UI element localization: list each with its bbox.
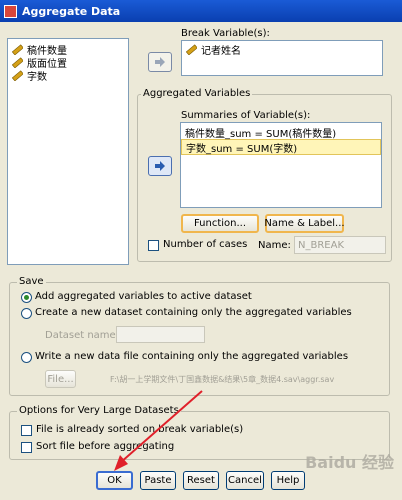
dataset-name-label: Dataset name: (45, 330, 120, 341)
move-to-summaries-button[interactable] (148, 156, 172, 176)
create-dataset-radio[interactable] (21, 308, 32, 319)
scale-ruler-icon (12, 70, 23, 81)
annotation-arrow-icon (114, 390, 203, 471)
break-variable-list[interactable]: 记者姓名 (181, 40, 383, 76)
arrow-right-icon (155, 57, 165, 67)
list-item[interactable]: 稿件数量 (8, 43, 128, 57)
scale-ruler-icon (12, 57, 23, 68)
help-button[interactable]: Help (271, 471, 305, 490)
cases-name-input[interactable]: N_BREAK (294, 236, 386, 254)
baidu-watermark: Baidu 经验 (305, 453, 394, 472)
app-icon (4, 4, 17, 18)
break-variable-label: Break Variable(s): (181, 28, 270, 39)
aggregated-variables-legend: Aggregated Variables (141, 88, 253, 99)
list-item[interactable]: 记者姓名 (182, 43, 382, 57)
list-item-selected[interactable]: 字数_sum = SUM(字数) (181, 139, 381, 155)
summaries-list[interactable]: 稿件数量_sum = SUM(稿件数量) 字数_sum = SUM(字数) (180, 122, 382, 208)
number-of-cases-checkbox[interactable] (148, 240, 159, 251)
arrow-right-icon (155, 161, 165, 171)
list-item[interactable]: 字数 (8, 69, 128, 83)
summaries-label: Summaries of Variable(s): (181, 110, 311, 121)
file-button[interactable]: File... (45, 370, 76, 388)
write-file-label: Write a new data file containing only th… (35, 351, 349, 362)
list-item-label: 字数_sum = SUM(字数) (186, 143, 298, 155)
create-dataset-label: Create a new dataset containing only the… (35, 307, 352, 318)
window-title: Aggregate Data (22, 4, 121, 18)
list-item-label: 字数 (27, 72, 47, 83)
file-path-text: F:\胡一上学期文件\丁国鑫数据&结果\5章_数据4.sav\aggr.sav (110, 375, 335, 384)
source-variable-list[interactable]: 稿件数量 版面位置 字数 (7, 38, 129, 265)
scale-ruler-icon (186, 44, 197, 55)
list-item-label: 记者姓名 (201, 46, 241, 57)
add-to-active-label: Add aggregated variables to active datas… (35, 291, 252, 302)
save-legend: Save (17, 276, 46, 287)
cases-name-label: Name: (258, 240, 291, 251)
list-item-label: 稿件数量_sum = SUM(稿件数量) (185, 128, 337, 140)
sort-before-checkbox[interactable] (21, 442, 32, 453)
radio-dot (24, 295, 29, 300)
title-bar[interactable]: Aggregate Data (0, 0, 402, 22)
list-item[interactable]: 版面位置 (8, 56, 128, 70)
write-file-radio[interactable] (21, 352, 32, 363)
add-to-active-radio[interactable] (21, 292, 32, 303)
move-to-break-button[interactable] (148, 52, 172, 72)
already-sorted-checkbox[interactable] (21, 425, 32, 436)
scale-ruler-icon (12, 44, 23, 55)
name-and-label-button[interactable]: Name & Label... (264, 214, 345, 233)
list-item[interactable]: 稿件数量_sum = SUM(稿件数量) (181, 125, 381, 140)
cancel-button[interactable]: Cancel (226, 471, 264, 490)
number-of-cases-label: Number of cases (163, 239, 248, 250)
function-button[interactable]: Function... (181, 214, 259, 233)
dataset-name-input[interactable] (116, 326, 205, 343)
